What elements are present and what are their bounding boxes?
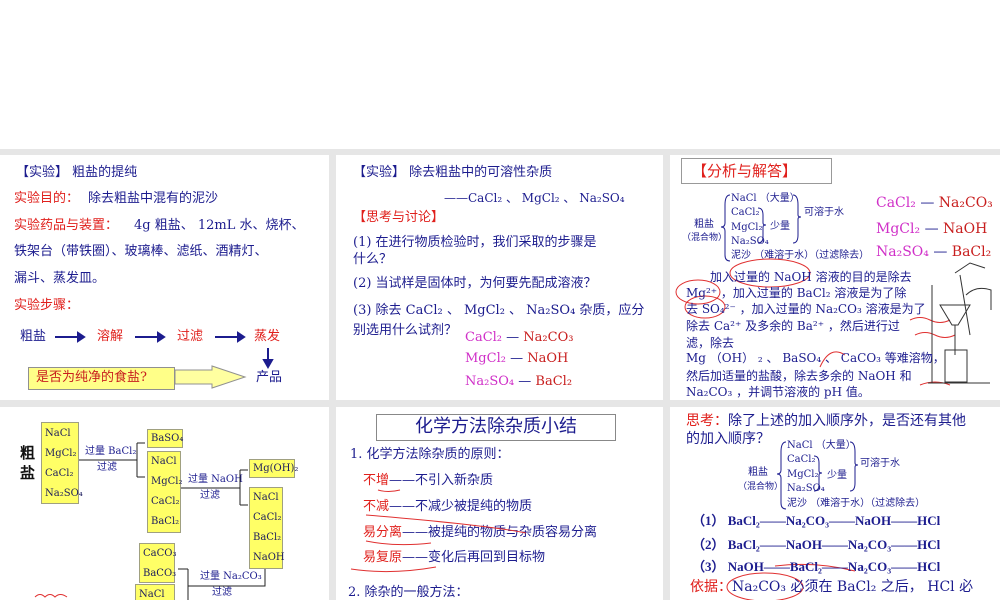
reagent-pair: Na₂SO₄ — BaCl₂: [876, 244, 991, 260]
slide-thumbnail-4[interactable]: 粗 盐 NaCl MgCl₂ CaCl₂ Na₂SO₄ 过量 BaCl₂ 过滤 BaS…: [0, 407, 329, 600]
question-text: 是否为纯净的食盐?: [36, 370, 147, 385]
order-option: （3） NaOH——BaCl₂——Na₂CO₃——HCl: [692, 559, 941, 574]
reagent: Na₂CO₃: [938, 195, 993, 211]
impurity: MgCl₂: [465, 351, 506, 366]
explanation-line: 去 SO₄²⁻ ，加入过量的 Na₂CO₃ 溶液是为了: [686, 302, 926, 316]
reagent: NaOH: [943, 221, 988, 237]
dash: —: [506, 330, 520, 345]
reagent: NaOH: [527, 351, 569, 366]
explanation-line: 然后加适量的盐酸，除去多余的 NaOH 和: [686, 369, 912, 383]
basis-label: 依据：: [690, 579, 732, 595]
impurities-subtitle: ——CaCl₂ 、 MgCl₂ 、 Na₂SO₄: [444, 191, 625, 205]
dash: —: [924, 221, 939, 237]
question-3: 别选用什么试剂？: [353, 323, 458, 338]
explanation-line: Mg²⁺ ，加入过量的 BaCl₂ 溶液是为了除: [686, 286, 907, 300]
impurity: CaCl₂: [876, 195, 916, 211]
dash: —: [920, 195, 935, 211]
dash: —: [933, 244, 948, 260]
discussion-heading: 【思考与讨论】: [353, 210, 445, 225]
reagent: BaCl₂: [535, 374, 573, 389]
slide-thumbnail-6[interactable]: 思考：除了上述的加入顺序外，是否还有其他 的加入顺序？ 粗盐 （混合物） NaC…: [670, 407, 1000, 600]
reagent: BaCl₂: [951, 244, 992, 260]
explanation-line: 滤，除去: [686, 336, 735, 350]
slide-title: 【实验】 除去粗盐中的可溶性杂质: [353, 165, 553, 180]
reagent-pair: Na₂SO₄ — BaCl₂: [465, 374, 572, 390]
reagent-pair: CaCl₂ — Na₂CO₃: [465, 330, 573, 346]
explanation-line: 除去 Ca²⁺ 及多余的 Ba²⁺ ，然后进行过: [686, 319, 900, 333]
question-1: 什么？: [353, 252, 393, 267]
reagent-pair: CaCl₂ — Na₂CO₃: [876, 195, 993, 211]
reagent-pair: MgCl₂ — NaOH: [465, 351, 568, 367]
dash: —: [518, 374, 532, 389]
slide-thumbnail-5[interactable]: 化学方法除杂质小结 1. 化学方法除杂质的原则： 不增——不引入新杂质 不减——…: [336, 407, 663, 600]
slide-thumbnail-3[interactable]: 【分析与解答】 粗盐 （混合物） NaCl （大量） CaCl₂ MgCl₂ N…: [670, 155, 1000, 400]
basis-line: 依据：Na₂CO₃ 必须在 BaCl₂ 之后， HCl 必: [690, 579, 973, 595]
order-option: （1） BaCl₂——Na₂CO₃——NaOH——HCl: [692, 513, 941, 528]
basis-text: Na₂CO₃ 必须在 BaCl₂ 之后， HCl 必: [732, 579, 974, 595]
product-label: 产品: [256, 370, 283, 385]
question-2: (2) 当试样是固体时，为何要先配成溶液？: [353, 276, 597, 291]
handwritten-underlines: [350, 489, 527, 573]
blank-header-area: [0, 0, 1000, 149]
reagent: Na₂CO₃: [523, 330, 574, 345]
order-option: （2） BaCl₂——NaOH——Na₂CO₃——HCl: [692, 537, 941, 552]
impurity: Na₂SO₄: [465, 374, 515, 389]
explanation-line: Mg （OH） ₂ 、 BaSO₄ 、 CaCO₃ 等难溶物，: [686, 351, 945, 365]
impurity: MgCl₂: [876, 221, 921, 237]
explanation-line: Na₂CO₃ ，并调节溶液的 pH 值。: [686, 385, 870, 399]
explanation-line: 加入过量的 NaOH 溶液的目的是除去: [686, 270, 912, 284]
flow-connectors: [34, 442, 266, 600]
flow-arrows: [55, 331, 274, 389]
question-1: (1) 在进行物质检验时，我们采取的步骤是: [353, 235, 597, 250]
slide-thumbnail-1[interactable]: 【实验】 粗盐的提纯 实验目的： 除去粗盐中混有的泥沙 实验药品与装置： 4g …: [0, 155, 329, 400]
impurity: CaCl₂: [465, 330, 503, 345]
dash: —: [510, 351, 524, 366]
slide-thumbnail-2[interactable]: 【实验】 除去粗盐中的可溶性杂质 ——CaCl₂ 、 MgCl₂ 、 Na₂SO…: [336, 155, 663, 400]
question-3: (3) 除去 CaCl₂ 、 MgCl₂ 、 Na₂SO₄ 杂质，应分: [353, 303, 645, 318]
impurity: Na₂SO₄: [876, 244, 929, 260]
reagent-pair: MgCl₂ — NaOH: [876, 221, 987, 237]
